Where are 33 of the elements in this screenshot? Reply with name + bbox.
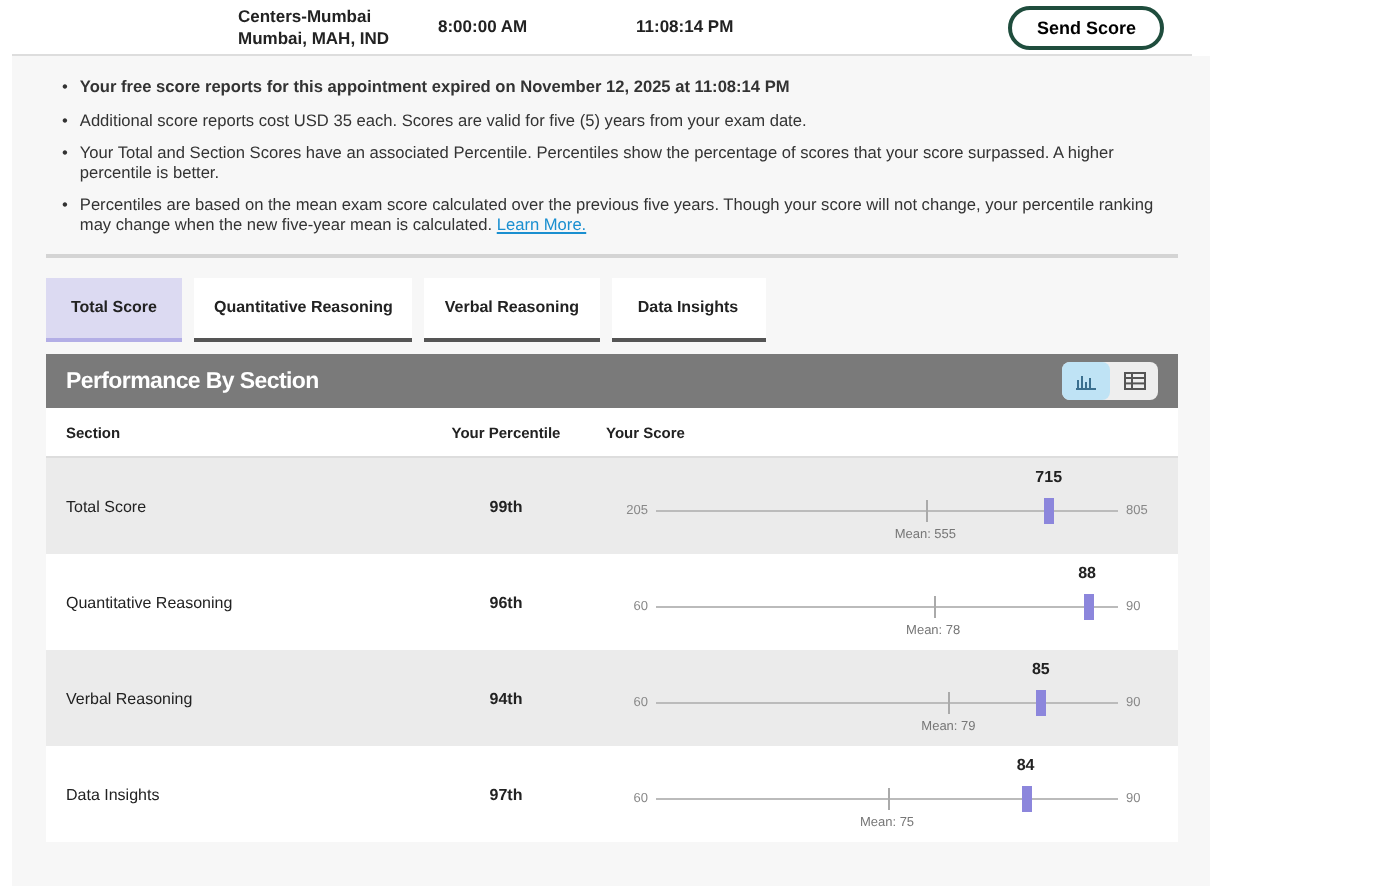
start-time-text: 8:00:00 AM [438, 16, 530, 38]
section-tab[interactable]: Data Insights [611, 278, 765, 342]
send-score-button[interactable]: Send Score [1008, 5, 1164, 49]
panel-title: Performance By Section [66, 369, 319, 393]
section-name: Verbal Reasoning [66, 689, 195, 707]
bar-chart-icon [1076, 373, 1096, 389]
score-value: 88 [1078, 563, 1096, 581]
section-tab[interactable]: Quantitative Reasoning [194, 278, 413, 342]
section-name: Data Insights [66, 785, 162, 803]
chart-view-button[interactable] [1062, 362, 1110, 400]
bullet-mark: • [62, 76, 68, 96]
percentile-value: 99th [487, 497, 525, 515]
bullet-mark: • [62, 194, 68, 218]
section-tab[interactable]: Total Score [46, 278, 182, 342]
test-center-text: Centers-Mumbai [238, 5, 374, 27]
note-text: Your Total and Section Scores have an associated Percentile. Percentiles show the percentage of scores that your score surpassed. A higher percentile is better. [79, 142, 1116, 182]
section-name: Total Score [66, 497, 149, 515]
section-tab[interactable]: Verbal Reasoning [424, 278, 599, 342]
score-value: 715 [1035, 467, 1063, 485]
percentile-value: 96th [487, 593, 525, 611]
note-text: Additional score reports cost USD 35 each. Scores are valid for five (5) years from your exam date. [79, 110, 807, 130]
test-center-text: Mumbai, MAH, IND [238, 27, 392, 49]
end-time-text: 11:08:14 PM [636, 16, 736, 38]
percentile-value: 94th [487, 689, 525, 707]
note-text: Percentiles are based on the mean exam score calculated over the previous five years. Though your score will not change, your percentile ranking may change when the new five-year mean is calculated. Learn More. [79, 194, 1156, 234]
percentile-value: 97th [487, 785, 525, 803]
table-icon [1123, 372, 1145, 390]
bullet-mark: • [62, 142, 68, 166]
score-value: 85 [1031, 659, 1050, 677]
section-name: Quantitative Reasoning [66, 593, 235, 611]
bullet-mark: • [62, 110, 68, 130]
score-value: 84 [1016, 755, 1035, 773]
note-text: Your free score reports for this appointment expired on November 12, 2025 at 11:08:14 PM [79, 76, 790, 96]
